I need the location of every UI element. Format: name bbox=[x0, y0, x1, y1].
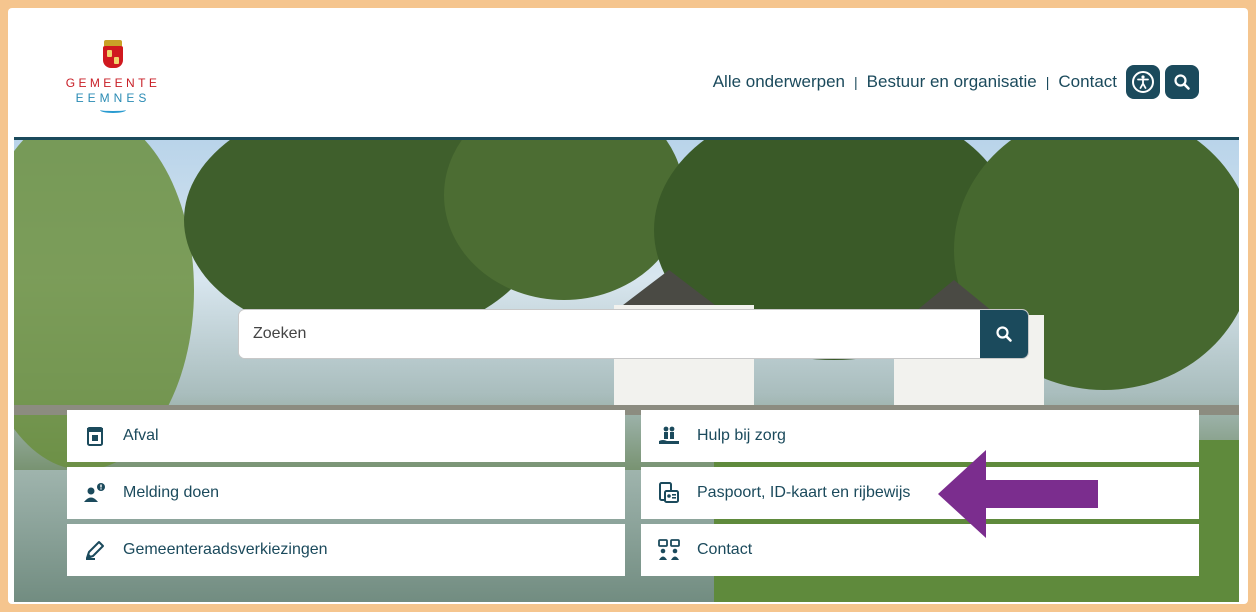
nav-separator: | bbox=[1045, 74, 1050, 90]
logo-text-eemnes: EEMNES bbox=[75, 91, 151, 105]
search-submit-button[interactable] bbox=[980, 310, 1028, 358]
pencil-ballot-icon bbox=[81, 536, 109, 564]
quicklink-melding-doen[interactable]: Melding doen bbox=[67, 467, 625, 519]
annotation-arrow-icon bbox=[938, 450, 1098, 538]
quicklink-label: Afval bbox=[123, 427, 159, 444]
main-navigation: Alle onderwerpen | Bestuur en organisati… bbox=[713, 72, 1117, 92]
search-input[interactable] bbox=[239, 310, 979, 358]
people-chat-icon bbox=[655, 536, 683, 564]
search-icon bbox=[1174, 74, 1190, 90]
nav-link-bestuur[interactable]: Bestuur en organisatie bbox=[867, 72, 1037, 92]
quicklink-label: Hulp bij zorg bbox=[697, 427, 786, 444]
municipal-crest-icon bbox=[102, 40, 124, 68]
quicklink-label: Melding doen bbox=[123, 484, 220, 501]
person-alert-icon bbox=[81, 479, 109, 507]
search-icon bbox=[996, 326, 1012, 342]
accessibility-button[interactable] bbox=[1126, 65, 1160, 99]
hero-search bbox=[238, 309, 1029, 359]
logo-wave-icon bbox=[100, 107, 126, 113]
quicklink-afval[interactable]: Afval bbox=[67, 410, 625, 462]
care-hands-icon bbox=[655, 422, 683, 450]
trash-bin-icon bbox=[81, 422, 109, 450]
quicklink-label: Gemeenteraadsverkiezingen bbox=[123, 541, 328, 558]
accessibility-icon bbox=[1132, 71, 1154, 93]
quicklink-contact[interactable]: Contact bbox=[641, 524, 1199, 576]
nav-link-alle-onderwerpen[interactable]: Alle onderwerpen bbox=[713, 72, 845, 92]
site-header: GEMEENTE EEMNES Alle onderwerpen | Bestu… bbox=[14, 14, 1239, 140]
quicklink-hulp-bij-zorg[interactable]: Hulp bij zorg bbox=[641, 410, 1199, 462]
quicklink-gemeenteraadsverkiezingen[interactable]: Gemeenteraadsverkiezingen bbox=[67, 524, 625, 576]
municipality-logo[interactable]: GEMEENTE EEMNES bbox=[58, 40, 168, 130]
id-card-icon bbox=[655, 479, 683, 507]
header-search-button[interactable] bbox=[1165, 65, 1199, 99]
quicklink-label: Contact bbox=[697, 541, 753, 558]
nav-separator: | bbox=[854, 74, 858, 90]
quicklink-label: Paspoort, ID-kaart en rijbewijs bbox=[697, 484, 911, 501]
nav-link-contact[interactable]: Contact bbox=[1058, 72, 1117, 92]
quicklink-paspoort[interactable]: Paspoort, ID-kaart en rijbewijs bbox=[641, 467, 1199, 519]
logo-text-gemeente: GEMEENTE bbox=[65, 76, 161, 90]
